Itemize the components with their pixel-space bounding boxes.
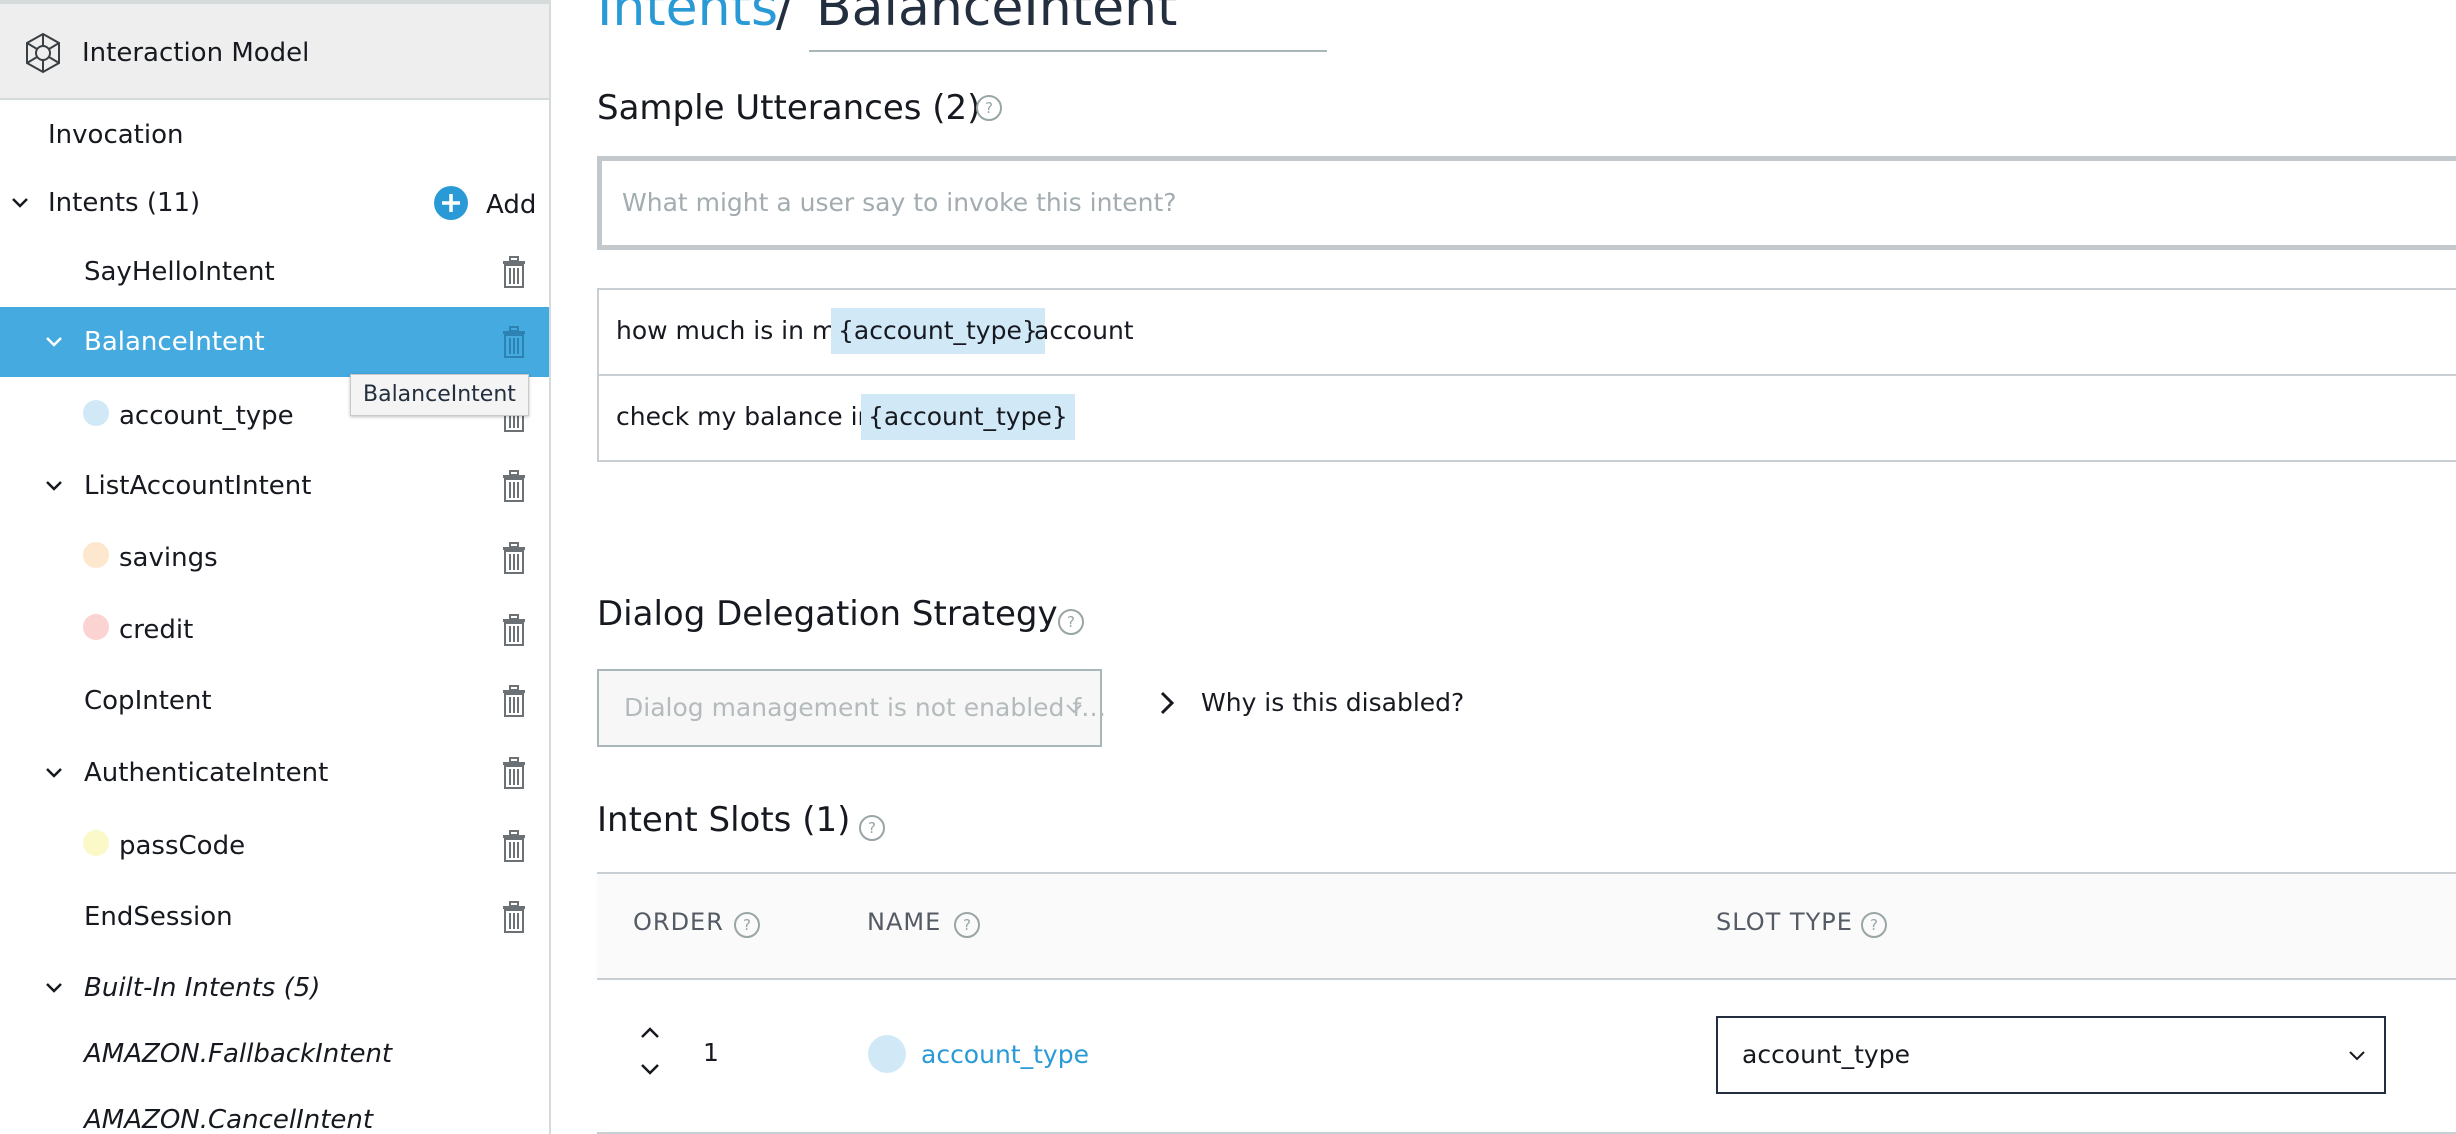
help-icon[interactable]: ? (954, 912, 980, 938)
help-icon[interactable]: ? (734, 912, 760, 938)
sidebar-item-savings[interactable]: savings (0, 523, 549, 593)
sidebar-item-label: AMAZON.CancelIntent (84, 1105, 374, 1134)
sidebar-header[interactable]: Interaction Model (0, 0, 549, 100)
sidebar-item-label: savings (119, 543, 218, 573)
chevron-down-icon (1066, 704, 1082, 714)
utterance-input-box[interactable] (597, 156, 2456, 250)
sidebar-item-label: Built-In Intents (5) (84, 973, 321, 1003)
sample-utterances-heading: Sample Utterances (2) (597, 88, 981, 128)
slot-order-value: 1 (703, 1038, 719, 1067)
column-header-order: ORDER (633, 908, 724, 936)
trash-icon[interactable] (500, 900, 528, 934)
utterance-slot-chip[interactable]: {account_type} (831, 308, 1045, 354)
trash-icon[interactable] (500, 684, 528, 718)
trash-icon[interactable] (500, 829, 528, 863)
sidebar-item-label: account_type (119, 401, 294, 431)
divider (597, 978, 2456, 980)
chevron-right-icon (1160, 691, 1175, 715)
divider (597, 872, 2456, 874)
gear-icon (26, 32, 60, 74)
intent-slots-table: ORDER ? NAME ? SLOT TYPE ? 1 account_typ… (597, 872, 2456, 1134)
sidebar-item-label: AMAZON.FallbackIntent (84, 1039, 393, 1069)
move-up-icon[interactable] (639, 1026, 661, 1040)
dialog-delegation-heading: Dialog Delegation Strategy (597, 594, 1058, 634)
sidebar-item-label: EndSession (84, 902, 233, 932)
chevron-down-icon[interactable] (44, 766, 64, 780)
chevron-down-icon[interactable] (10, 196, 30, 210)
tooltip: BalanceIntent (350, 374, 529, 416)
move-down-icon[interactable] (639, 1062, 661, 1076)
add-label: Add (486, 190, 537, 220)
sidebar-item-cancelintent[interactable]: AMAZON.CancelIntent (0, 1085, 549, 1134)
sidebar-item-endsession[interactable]: EndSession (0, 882, 549, 952)
main-content: Intents / BalanceIntent Sample Utterance… (551, 0, 2456, 1134)
utterance-row[interactable]: check my balance in {account_type} (597, 374, 2456, 462)
chevron-down-icon[interactable] (44, 479, 64, 493)
trash-icon[interactable] (500, 325, 528, 359)
slot-type-select[interactable]: account_type (1716, 1016, 2386, 1094)
help-icon[interactable]: ? (1861, 912, 1887, 938)
slot-color-dot (83, 614, 109, 640)
slot-color-dot (868, 1035, 906, 1073)
trash-icon[interactable] (500, 255, 528, 289)
breadcrumb-intents-link[interactable]: Intents (597, 0, 778, 38)
sidebar-item-listaccountintent[interactable]: ListAccountIntent (0, 451, 549, 521)
column-header-name: NAME (867, 908, 942, 936)
chevron-down-icon (2349, 1051, 2365, 1061)
sidebar-item-label: credit (119, 615, 194, 645)
sidebar-item-label: AuthenticateIntent (84, 758, 329, 788)
intent-name-field[interactable]: BalanceIntent (816, 0, 1177, 38)
sidebar-item-label: CopIntent (84, 686, 212, 716)
sidebar-item-sayhellointent[interactable]: SayHelloIntent (0, 237, 549, 307)
trash-icon[interactable] (500, 756, 528, 790)
sidebar-item-builtin-intents[interactable]: Built-In Intents (5) (0, 953, 549, 1023)
slot-color-dot (83, 830, 109, 856)
sidebar-item-invocation[interactable]: Invocation (0, 100, 549, 170)
sidebar-item-balanceintent[interactable]: BalanceIntent (0, 307, 549, 377)
trash-icon[interactable] (500, 613, 528, 647)
intent-slots-heading: Intent Slots (1) (597, 800, 851, 840)
sidebar-item-label: Intents (11) (48, 188, 201, 218)
slot-color-dot (83, 542, 109, 568)
why-disabled-label: Why is this disabled? (1201, 688, 1465, 717)
dialog-delegation-value: Dialog management is not enabled f… (624, 693, 1107, 722)
sidebar-item-label: passCode (119, 831, 246, 861)
sidebar-item-fallbackintent[interactable]: AMAZON.FallbackIntent (0, 1019, 549, 1089)
sidebar-item-label: SayHelloIntent (84, 257, 275, 287)
column-header-slot-type: SLOT TYPE (1716, 908, 1853, 936)
sidebar-item-passcode[interactable]: passCode (0, 811, 549, 881)
sidebar-title: Interaction Model (82, 38, 310, 68)
sidebar-item-authenticateintent[interactable]: AuthenticateIntent (0, 738, 549, 808)
utterance-text: account (1034, 316, 1134, 345)
sidebar-item-credit[interactable]: credit (0, 595, 549, 665)
slot-color-dot (83, 400, 109, 426)
trash-icon[interactable] (500, 469, 528, 503)
intent-name-underline (809, 50, 1327, 52)
utterance-text: how much is in my (616, 316, 852, 345)
utterance-text: check my balance in (616, 402, 874, 431)
sidebar-item-label: ListAccountIntent (84, 471, 312, 501)
sidebar-item-copintent[interactable]: CopIntent (0, 666, 549, 736)
sidebar-item-label: BalanceIntent (84, 327, 265, 357)
slot-name-link[interactable]: account_type (921, 1040, 1089, 1069)
trash-icon[interactable] (500, 541, 528, 575)
breadcrumb-separator: / (776, 0, 794, 38)
help-icon[interactable]: ? (976, 95, 1002, 121)
chevron-down-icon[interactable] (44, 981, 64, 995)
slot-type-value: account_type (1742, 1040, 1910, 1069)
utterance-input[interactable] (620, 179, 2124, 225)
plus-icon (434, 186, 468, 220)
sidebar: Interaction Model Invocation Intents (11… (0, 0, 551, 1134)
utterance-row[interactable]: how much is in my {account_type} account (597, 288, 2456, 376)
help-icon[interactable]: ? (1058, 609, 1084, 635)
sidebar-item-label: Invocation (48, 120, 184, 150)
dialog-delegation-select: Dialog management is not enabled f… (597, 669, 1106, 747)
chevron-down-icon[interactable] (44, 335, 64, 349)
help-icon[interactable]: ? (859, 815, 885, 841)
utterance-slot-chip[interactable]: {account_type} (861, 394, 1075, 440)
